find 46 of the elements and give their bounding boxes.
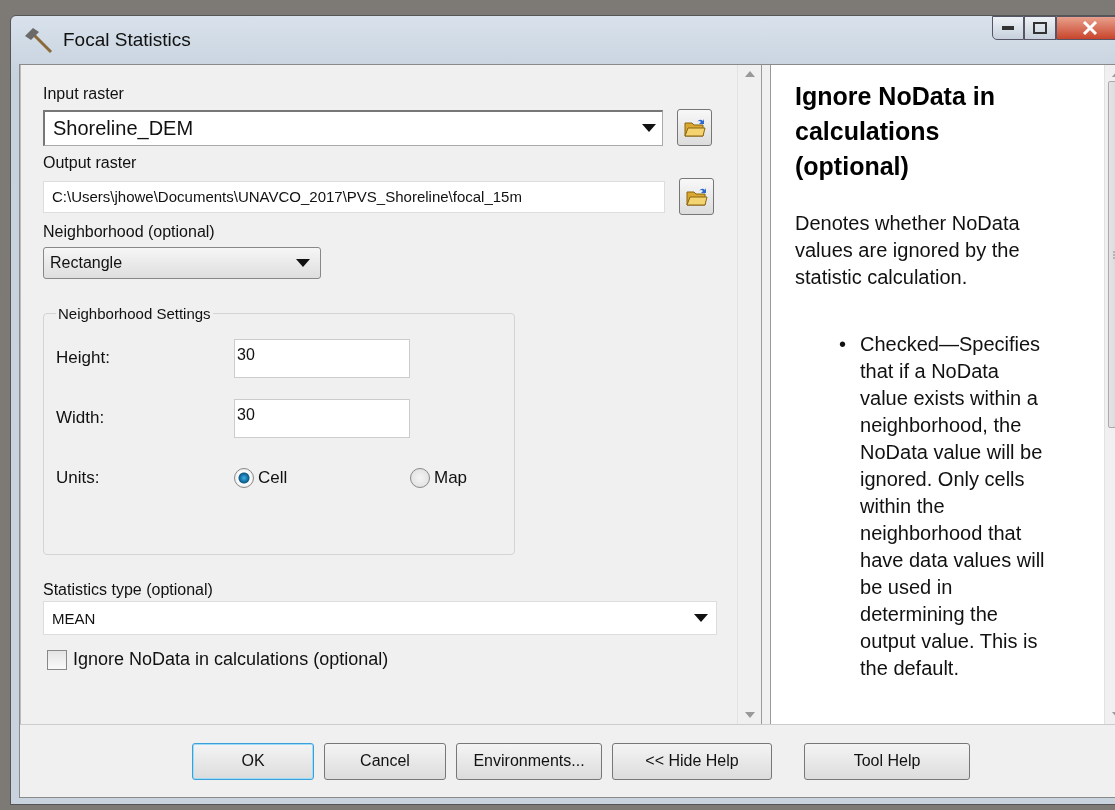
- neighborhood-dropdown[interactable]: Rectangle: [43, 247, 321, 279]
- dropdown-arrow-icon: [296, 259, 310, 267]
- field-label: Neighborhood (optional): [43, 223, 216, 241]
- window-title: Focal Statistics: [63, 29, 191, 51]
- browse-button[interactable]: [677, 109, 712, 146]
- field-label: Height:: [56, 348, 111, 368]
- bullet-marker: •: [839, 332, 846, 357]
- height-field[interactable]: 30: [234, 338, 410, 378]
- input-raster-combobox[interactable]: Shoreline_DEM: [43, 109, 663, 146]
- minimize-button[interactable]: [992, 16, 1024, 40]
- minimize-icon: [1002, 26, 1014, 30]
- field-label: Input raster: [43, 85, 125, 103]
- maximize-button[interactable]: [1024, 16, 1056, 40]
- radio-button[interactable]: [234, 468, 254, 488]
- dialog-button[interactable]: Tool Help: [804, 742, 970, 780]
- maximize-icon: [1033, 22, 1047, 34]
- dialog-button[interactable]: Cancel: [324, 742, 446, 780]
- dialog-button[interactable]: OK: [192, 742, 314, 780]
- radio-option[interactable]: Cell: [234, 468, 410, 488]
- close-icon: [1082, 21, 1098, 35]
- help-description: Denotes whether NoData values are ignored by the statistic calculation.: [795, 211, 1021, 290]
- field-label: Units:: [56, 468, 101, 488]
- ignore-nodata-checkbox-row[interactable]: Ignore NoData in calculations (optional): [47, 649, 737, 670]
- output-raster-field[interactable]: C:\Users\jhowe\Documents\UNAVCO_2017\PVS_Shoreline\focal_15m: [43, 180, 665, 213]
- help-title: Ignore NoData in calculations (optional): [795, 81, 996, 182]
- width-field[interactable]: 30: [234, 398, 410, 438]
- radio-button[interactable]: [410, 468, 430, 488]
- statistics-type-dropdown[interactable]: MEAN: [43, 601, 717, 635]
- close-button[interactable]: [1056, 16, 1115, 40]
- field-label: Statistics type (optional): [43, 581, 214, 599]
- folder-icon: [685, 186, 708, 207]
- scroll-down-arrow-icon[interactable]: [744, 712, 755, 718]
- dropdown-arrow-icon: [642, 124, 656, 132]
- group-title: Neighborhood Settings: [57, 305, 212, 322]
- hammer-icon: [23, 26, 55, 54]
- dialog-button[interactable]: Environments...: [456, 742, 602, 780]
- checkbox[interactable]: [47, 649, 67, 670]
- dropdown-arrow-icon: [694, 614, 708, 622]
- scroll-up-arrow-icon[interactable]: [744, 71, 755, 77]
- field-label: Width:: [56, 408, 106, 428]
- radio-option[interactable]: Map: [410, 468, 502, 488]
- help-bullet: Checked—Specifies that if a NoData value exists within a neighborhood, the NoData value will be ignored. Only cells within the neighborhood that have data values will be used in determining the output value. This is the default.: [860, 332, 1046, 681]
- browse-button[interactable]: [679, 178, 714, 215]
- dialog-button[interactable]: << Hide Help: [612, 742, 772, 780]
- field-label: Output raster: [43, 154, 138, 172]
- folder-icon: [683, 117, 706, 138]
